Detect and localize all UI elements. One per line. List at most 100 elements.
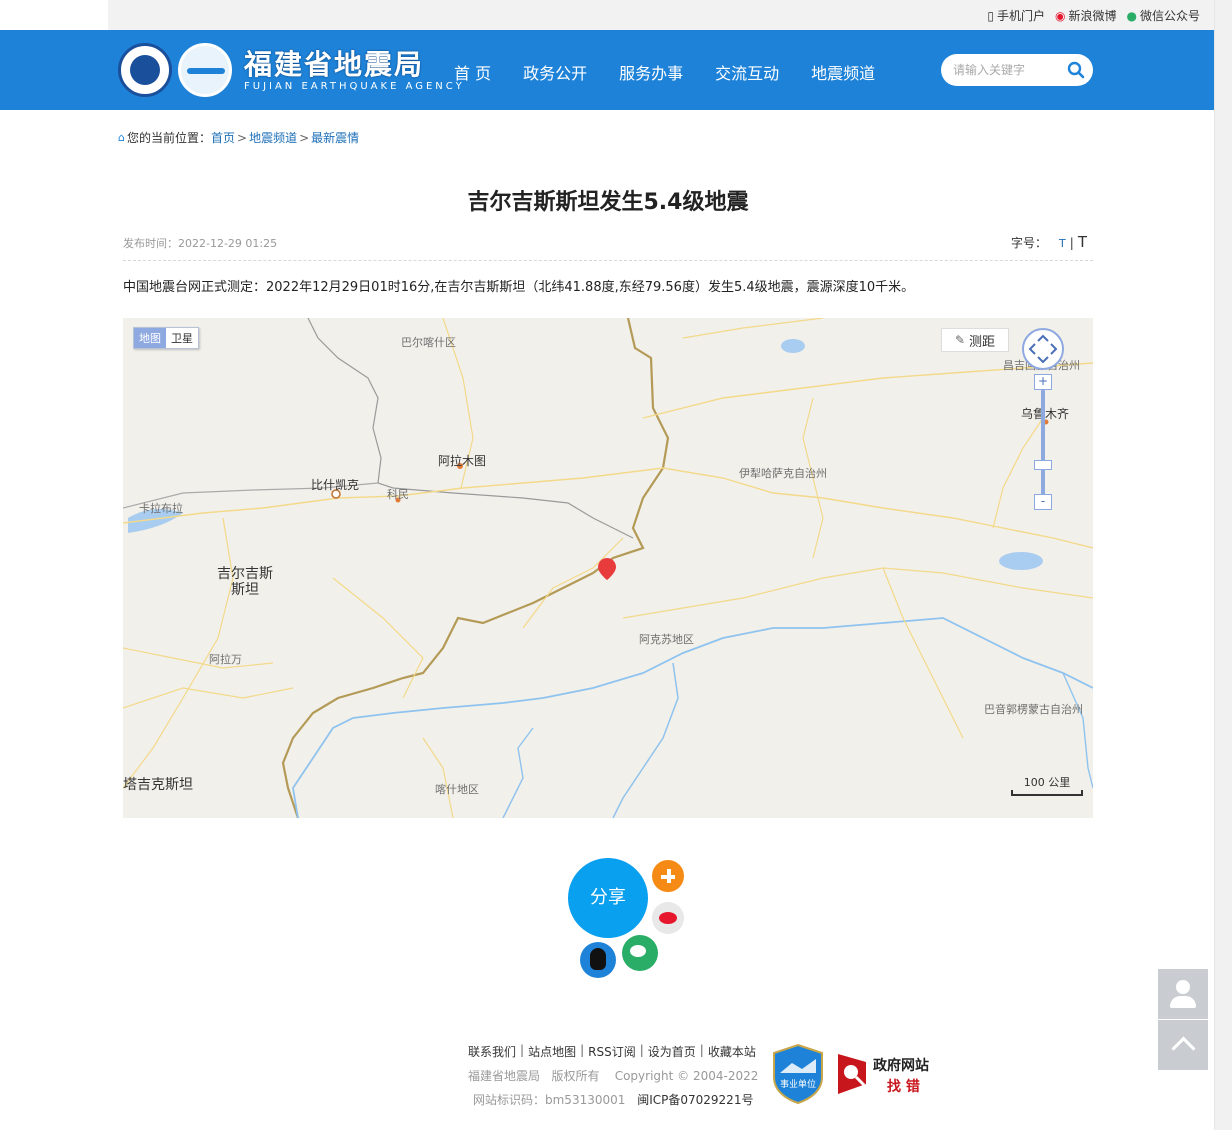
- wechat-icon: ●: [1126, 8, 1137, 23]
- user-center-button[interactable]: [1158, 969, 1208, 1019]
- main-nav: 首 页 政务公开 服务办事 交流互动 地震频道: [454, 60, 907, 84]
- nav-interaction[interactable]: 交流互动: [715, 60, 779, 84]
- breadcrumb-prefix: 您的当前位置：: [126, 131, 211, 145]
- share-qq-icon[interactable]: [580, 942, 616, 978]
- map-label-aksu: 阿克苏地区: [639, 633, 694, 646]
- page-scrollbar[interactable]: [1214, 0, 1232, 1130]
- share-button[interactable]: 分享: [568, 858, 648, 938]
- zoom-out-button[interactable]: -: [1034, 494, 1052, 510]
- river: [1062, 672, 1093, 789]
- breadcrumb: ⌂ 您的当前位置： 首页 > 地震频道 > 最新震情: [118, 129, 359, 146]
- zoom-handle[interactable]: [1034, 460, 1052, 470]
- gov-error-label: 找 错: [887, 1079, 920, 1095]
- river: [612, 662, 679, 818]
- breadcrumb-earthquake-channel[interactable]: 地震频道: [249, 129, 297, 146]
- public-institution-badge[interactable]: 事业单位: [772, 1043, 824, 1105]
- wechat-link[interactable]: ● 微信公众号: [1127, 7, 1201, 24]
- pan-arrows-icon: [1028, 334, 1058, 364]
- road: [622, 567, 1093, 619]
- breadcrumb-latest-quakes[interactable]: 最新震情: [311, 129, 359, 146]
- map-type-map-button[interactable]: 地图: [134, 328, 166, 348]
- nav-services[interactable]: 服务办事: [619, 60, 683, 84]
- road: [123, 687, 294, 709]
- footer-links: 联系我们 | 站点地图 | RSS订阅 | 设为首页 | 收藏本站: [468, 1043, 756, 1060]
- nav-home[interactable]: 首 页: [454, 60, 491, 84]
- font-small-button[interactable]: T: [1059, 237, 1066, 250]
- map-label-ili: 伊犁哈萨克自治州: [739, 467, 827, 480]
- badge-label: 事业单位: [779, 1080, 816, 1090]
- footer-separator: |: [699, 1043, 704, 1057]
- zoom-in-button[interactable]: +: [1034, 374, 1052, 390]
- breadcrumb-separator: >: [237, 130, 248, 145]
- footer-separator: |: [639, 1043, 644, 1057]
- footer-set-homepage-link[interactable]: 设为首页: [648, 1043, 696, 1060]
- zoom-track[interactable]: [1041, 390, 1045, 498]
- map-label-almaty: 阿拉木图: [438, 454, 487, 468]
- pan-control[interactable]: [1022, 328, 1064, 370]
- share-wechat-icon[interactable]: [622, 935, 658, 971]
- footer-contact-link[interactable]: 联系我们: [468, 1043, 516, 1060]
- zoom-control: + -: [1034, 374, 1052, 514]
- map-scale-bar: [1011, 790, 1083, 796]
- article-body: 中国地震台网正式测定：2022年12月29日01时16分,在吉尔吉斯斯坦（北纬4…: [123, 280, 915, 295]
- weibo-link[interactable]: ◉ 新浪微博: [1055, 7, 1117, 24]
- measure-label: 测距: [969, 334, 996, 350]
- breadcrumb-home[interactable]: 首页: [211, 129, 235, 146]
- road: [662, 467, 1093, 549]
- weibo-label: 新浪微博: [1068, 9, 1117, 23]
- nav-earthquake-channel[interactable]: 地震频道: [811, 60, 875, 84]
- epicenter-map[interactable]: 巴尔喀什区 昌吉回族自治州 乌鲁木齐 阿拉木图 伊犁哈萨克自治州 比什凯克 科民…: [123, 318, 1093, 818]
- utility-links: ▯ 手机门户 ◉ 新浪微博 ● 微信公众号: [987, 7, 1200, 24]
- search-icon[interactable]: [1067, 61, 1085, 79]
- font-size-control: 字号： T | T: [1011, 233, 1087, 251]
- gov-website-error-badge[interactable]: 政府网站 找 错: [836, 1050, 936, 1096]
- footer-copyright: 福建省地震局 版权所有 Copyright © 2004-2022: [468, 1069, 759, 1083]
- road: [882, 567, 964, 739]
- search-input[interactable]: [953, 61, 1063, 79]
- map-type-switch: 地图 卫星: [133, 327, 199, 349]
- footer-sitemap-link[interactable]: 站点地图: [528, 1043, 576, 1060]
- font-large-button[interactable]: T: [1078, 233, 1087, 251]
- road: [123, 647, 274, 669]
- footer-site-id: 网站标识码：bm53130001: [473, 1093, 626, 1107]
- publish-time: 发布时间：2022-12-29 01:25: [123, 237, 278, 250]
- footer-bookmark-link[interactable]: 收藏本站: [708, 1043, 756, 1060]
- share-weibo-icon[interactable]: [652, 902, 684, 934]
- nav-government-affairs[interactable]: 政务公开: [523, 60, 587, 84]
- lake-shape: [781, 339, 805, 353]
- logo-subtitle: FUJIAN EARTHQUAKE AGENCY: [244, 80, 465, 92]
- measure-distance-button[interactable]: ✎ 测距: [941, 328, 1009, 352]
- mobile-portal-label: 手机门户: [996, 9, 1045, 23]
- gov-website-label: 政府网站: [873, 1058, 929, 1074]
- map-label-bishkek: 比什凯克: [311, 478, 360, 492]
- search-box: [941, 54, 1093, 86]
- utility-bar: ▯ 手机门户 ◉ 新浪微博 ● 微信公众号: [108, 0, 1214, 30]
- site-logo[interactable]: 福建省地震局 FUJIAN EARTHQUAKE AGENCY: [118, 42, 465, 98]
- phone-icon: ▯: [987, 8, 994, 23]
- logo-text: 福建省地震局 FUJIAN EARTHQUAKE AGENCY: [244, 48, 465, 92]
- shield-icon: [773, 1043, 823, 1105]
- site-header: 福建省地震局 FUJIAN EARTHQUAKE AGENCY 首 页 政务公开…: [0, 30, 1214, 110]
- map-scale: 100 公里: [1011, 774, 1083, 796]
- footer-rss-link[interactable]: RSS订阅: [588, 1043, 636, 1060]
- footer-separator: |: [580, 1043, 585, 1057]
- footer-icp-link[interactable]: 闽ICP备07029221号: [637, 1093, 753, 1107]
- map-label-aravan: 阿拉万: [209, 653, 242, 666]
- map-label-kyrgyzstan: 吉尔吉斯 斯坦: [217, 566, 273, 598]
- share-more-icon[interactable]: [650, 858, 686, 894]
- ruler-icon: ✎: [954, 333, 966, 347]
- article-title: 吉尔吉斯斯坦发生5.4级地震: [467, 190, 749, 215]
- back-to-top-button[interactable]: [1158, 1020, 1208, 1070]
- footer-registration: 网站标识码：bm53130001 闽ICP备07029221号: [473, 1091, 753, 1108]
- map-label-kashi: 喀什地区: [435, 783, 479, 796]
- road: [682, 318, 824, 339]
- map-type-satellite-button[interactable]: 卫星: [166, 328, 198, 348]
- breadcrumb-separator: >: [299, 130, 310, 145]
- magnifier-icon: [838, 1054, 866, 1094]
- epicenter-marker-icon[interactable]: [598, 558, 616, 580]
- mobile-portal-link[interactable]: ▯ 手机门户: [987, 7, 1045, 24]
- fjea-emblem-icon: [178, 43, 232, 97]
- article-meta: 发布时间：2022-12-29 01:25 字号： T | T: [123, 233, 1093, 261]
- agency-seal-icon: [118, 43, 172, 97]
- map-label-tajikistan: 塔吉克斯坦: [123, 777, 193, 793]
